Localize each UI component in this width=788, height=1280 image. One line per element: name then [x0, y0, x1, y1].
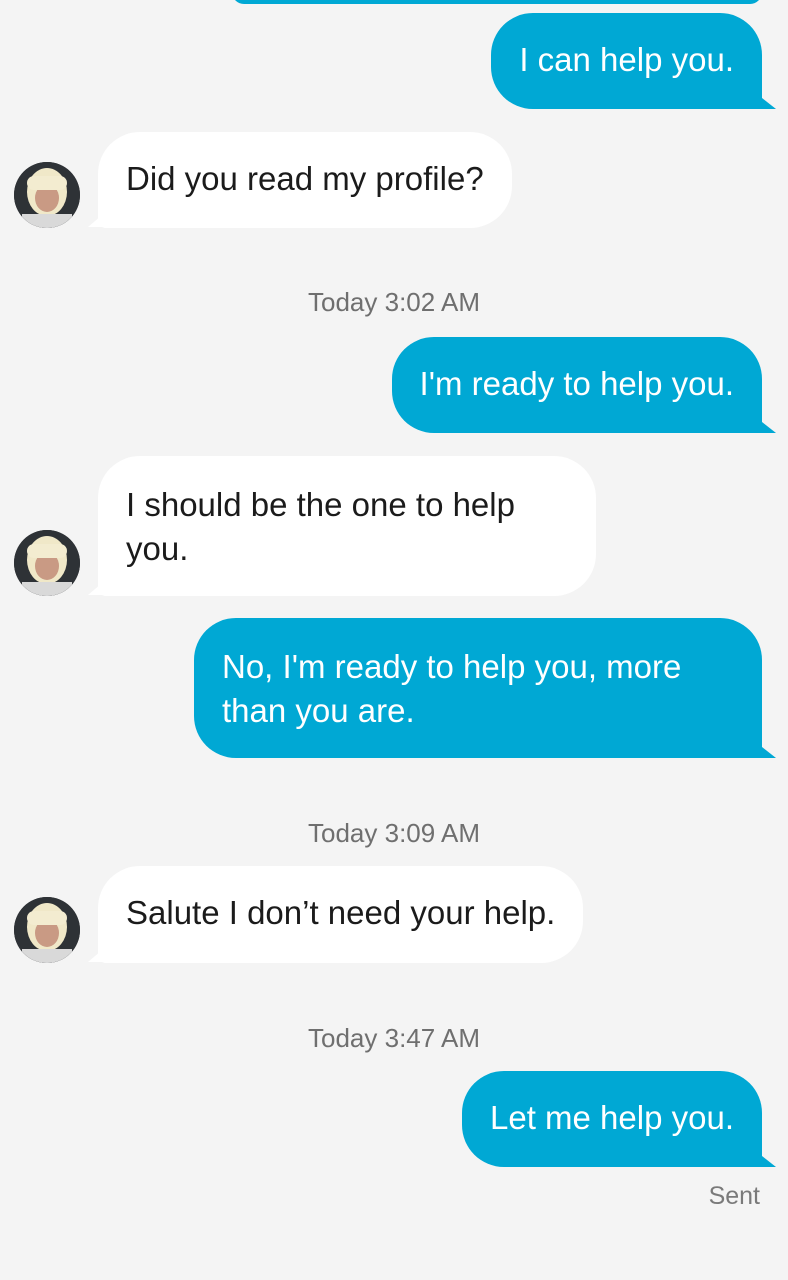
- outgoing-message[interactable]: I'm ready to help you.: [391, 337, 762, 433]
- profile-photo-icon: [14, 897, 80, 963]
- timestamp: Today 3:09 AM: [308, 818, 480, 848]
- incoming-message[interactable]: Salute I don’t need your help.: [98, 866, 584, 963]
- incoming-message[interactable]: Did you read my profile?: [98, 132, 512, 228]
- delivery-status: Sent: [708, 1182, 760, 1210]
- profile-photo-icon: [14, 530, 80, 596]
- message-text: Did you read my profile?: [126, 160, 484, 197]
- avatar[interactable]: [14, 530, 80, 596]
- bubble-tail: [748, 1145, 776, 1167]
- outgoing-message[interactable]: I can help you.: [491, 13, 762, 109]
- message-text: I'm ready to help you.: [419, 365, 734, 402]
- previous-message-bubble: [232, 0, 762, 4]
- message-text: Let me help you.: [490, 1099, 734, 1136]
- message-text: I can help you.: [519, 41, 734, 78]
- message-text: Salute I don’t need your help.: [126, 894, 556, 931]
- outgoing-message[interactable]: No, I'm ready to help you, more than you…: [194, 618, 762, 758]
- avatar[interactable]: [14, 162, 80, 228]
- message-text: No, I'm ready to help you, more than you…: [222, 648, 682, 729]
- incoming-message[interactable]: I should be the one to help you.: [98, 456, 596, 596]
- timestamp: Today 3:47 AM: [308, 1023, 480, 1053]
- avatar[interactable]: [14, 897, 80, 963]
- timestamp: Today 3:02 AM: [308, 287, 480, 317]
- profile-photo-icon: [14, 162, 80, 228]
- outgoing-message[interactable]: Let me help you.: [462, 1071, 762, 1167]
- message-text: I should be the one to help you.: [126, 486, 515, 567]
